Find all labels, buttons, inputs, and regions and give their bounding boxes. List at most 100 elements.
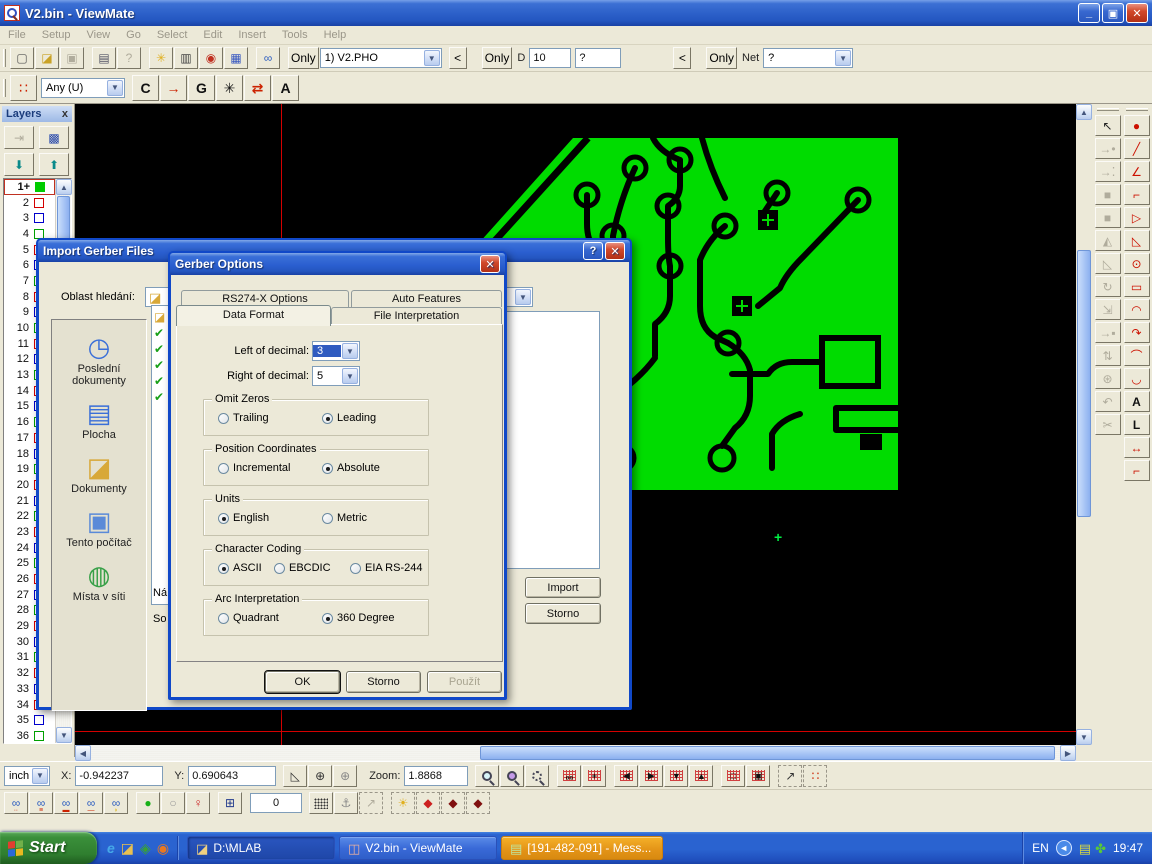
place-documents[interactable]: ◪Dokumenty: [53, 454, 145, 495]
pan-up-icon[interactable]: ▲: [689, 765, 713, 787]
flash-select-icon[interactable]: ☀: [391, 792, 415, 814]
diamond-dark-2-icon[interactable]: ◆: [466, 792, 490, 814]
y-coordinate-input[interactable]: [188, 766, 276, 786]
layers-close-icon[interactable]: x: [62, 108, 68, 120]
dcode-query-input[interactable]: [575, 48, 621, 68]
layer-color-swatch[interactable]: [34, 213, 44, 223]
radio-eia-rs-244[interactable]: EIA RS-244: [350, 562, 422, 574]
tray-collapse-icon[interactable]: ◄: [1056, 840, 1072, 856]
layer-color-swatch[interactable]: [34, 731, 44, 741]
radio-360-degree[interactable]: 360 Degree: [322, 612, 395, 624]
start-button[interactable]: Start: [0, 832, 97, 864]
close-button[interactable]: ✕: [1126, 3, 1148, 23]
place-network-places[interactable]: ◍Místa v síti: [53, 562, 145, 603]
ie-icon[interactable]: e: [107, 841, 115, 855]
layer-row[interactable]: 35: [4, 712, 55, 728]
menu-select[interactable]: Select: [149, 27, 196, 43]
draw-polyline-icon[interactable]: ∠: [1124, 161, 1150, 182]
menu-tools[interactable]: Tools: [274, 27, 316, 43]
import-close-button[interactable]: ✕: [605, 242, 625, 260]
radio-icon[interactable]: [350, 563, 361, 574]
fill-square-icon[interactable]: ■: [1095, 184, 1121, 205]
corner-bracket-icon[interactable]: ⌐: [1124, 460, 1150, 481]
radio-icon[interactable]: [322, 513, 333, 524]
pan-right-icon[interactable]: ▶: [639, 765, 663, 787]
minimize-button[interactable]: _: [1078, 3, 1100, 23]
scroll-down-icon[interactable]: ▼: [56, 727, 72, 743]
scale-icon[interactable]: ⇲: [1095, 299, 1121, 320]
right-of-decimal-combo[interactable]: 5 ▼: [312, 366, 360, 386]
grid-snap-red-icon[interactable]: ▣: [746, 765, 770, 787]
anchor-icon[interactable]: ⚓: [334, 792, 358, 814]
layer-color-swatch[interactable]: [35, 182, 45, 192]
firefox-icon[interactable]: ◉: [157, 841, 169, 855]
snap-vector-icon[interactable]: ↗: [359, 792, 383, 814]
draw-curve-icon[interactable]: ↷: [1124, 322, 1150, 343]
pin-icon[interactable]: ♀: [186, 792, 210, 814]
zoom-selection-icon[interactable]: [525, 765, 549, 787]
copy-to-pad-icon[interactable]: →•: [1095, 138, 1121, 159]
redraw-icon[interactable]: ✳: [149, 47, 173, 69]
radio-icon[interactable]: [218, 613, 229, 624]
radio-icon[interactable]: [322, 413, 333, 424]
copy-to-pads-icon[interactable]: →⁚: [1095, 161, 1121, 182]
radio-metric[interactable]: Metric: [322, 512, 367, 524]
layer-color-swatch[interactable]: [34, 198, 44, 208]
skew-icon[interactable]: ◺: [1095, 253, 1121, 274]
layer-combo-arrow-icon[interactable]: ▼: [424, 50, 440, 66]
layers-panel-title[interactable]: Layers x: [2, 106, 72, 122]
tab-data-format[interactable]: Data Format: [176, 305, 331, 326]
scroll-up-icon[interactable]: ▲: [56, 179, 72, 195]
lamp-on-icon[interactable]: ●: [136, 792, 160, 814]
restore-button[interactable]: ▣: [1102, 3, 1124, 23]
diamond-dark-1-icon[interactable]: ◆: [441, 792, 465, 814]
only-net-button[interactable]: Only: [706, 47, 737, 69]
glasses-icon[interactable]: ∞: [256, 47, 280, 69]
dimension-icon[interactable]: ↔: [1124, 437, 1150, 458]
draw-circle-icon[interactable]: ⊙: [1124, 253, 1150, 274]
scroll-right-icon[interactable]: ▶: [1060, 745, 1076, 761]
draw-line-icon[interactable]: ╱: [1124, 138, 1150, 159]
radio-english[interactable]: English: [218, 512, 269, 524]
origin-icon[interactable]: ⊕: [308, 765, 332, 787]
place-recent-documents[interactable]: ◷Poslední dokumenty: [53, 334, 145, 387]
zoom-input[interactable]: [404, 766, 468, 786]
radio-icon[interactable]: [218, 563, 229, 574]
offset-input[interactable]: [250, 793, 302, 813]
canvas-vscrollbar[interactable]: ▲ ▼: [1076, 104, 1092, 745]
pane-layout-icon[interactable]: ⊞: [218, 792, 242, 814]
radio-ascii[interactable]: ASCII: [218, 562, 262, 574]
scroll-thumb[interactable]: [1077, 250, 1091, 517]
radio-icon[interactable]: [218, 413, 229, 424]
view-glasses-4-icon[interactable]: ∞—: [79, 792, 103, 814]
zoom-window-icon[interactable]: [500, 765, 524, 787]
move-icon[interactable]: →▪: [1095, 322, 1121, 343]
place-my-computer[interactable]: ▣Tento počítač: [53, 508, 145, 549]
toolbar-grip[interactable]: [3, 79, 6, 97]
grid-axes-icon[interactable]: +: [582, 765, 606, 787]
help-pointer-icon[interactable]: ?: [117, 47, 141, 69]
grid-snap-icon[interactable]: □: [721, 765, 745, 787]
radio-absolute[interactable]: Absolute: [322, 462, 380, 474]
layer-down-button[interactable]: ⬇: [4, 153, 34, 176]
scroll-down-icon[interactable]: ▼: [1076, 729, 1092, 745]
radio-icon[interactable]: [322, 613, 333, 624]
unit-combo-arrow-icon[interactable]: ▼: [32, 768, 48, 784]
layer-row[interactable]: 2: [4, 195, 55, 211]
menu-go[interactable]: Go: [118, 27, 149, 43]
gerber-dialog-title-bar[interactable]: Gerber Options ✕: [170, 253, 505, 275]
open-folder-icon[interactable]: ◪: [35, 47, 59, 69]
green-book-icon[interactable]: ◈: [140, 841, 151, 855]
menu-file[interactable]: File: [0, 27, 34, 43]
new-document-icon[interactable]: ▢: [10, 47, 34, 69]
arrow-right-tool-icon[interactable]: →: [160, 75, 187, 101]
net-combo-arrow-icon[interactable]: ▼: [835, 50, 851, 66]
text-tool-icon[interactable]: A: [272, 75, 299, 101]
scroll-left-icon[interactable]: ◀: [75, 745, 91, 761]
select-cursor-icon[interactable]: ↖: [1095, 115, 1121, 136]
tab-file-interpretation[interactable]: File Interpretation: [331, 307, 502, 325]
place-desktop[interactable]: ▤Plocha: [53, 400, 145, 441]
diamond-red-icon[interactable]: ◆: [416, 792, 440, 814]
net-arrows-tool-icon[interactable]: ⇄: [244, 75, 271, 101]
search-combo-arrow-icon[interactable]: ▼: [515, 289, 531, 305]
